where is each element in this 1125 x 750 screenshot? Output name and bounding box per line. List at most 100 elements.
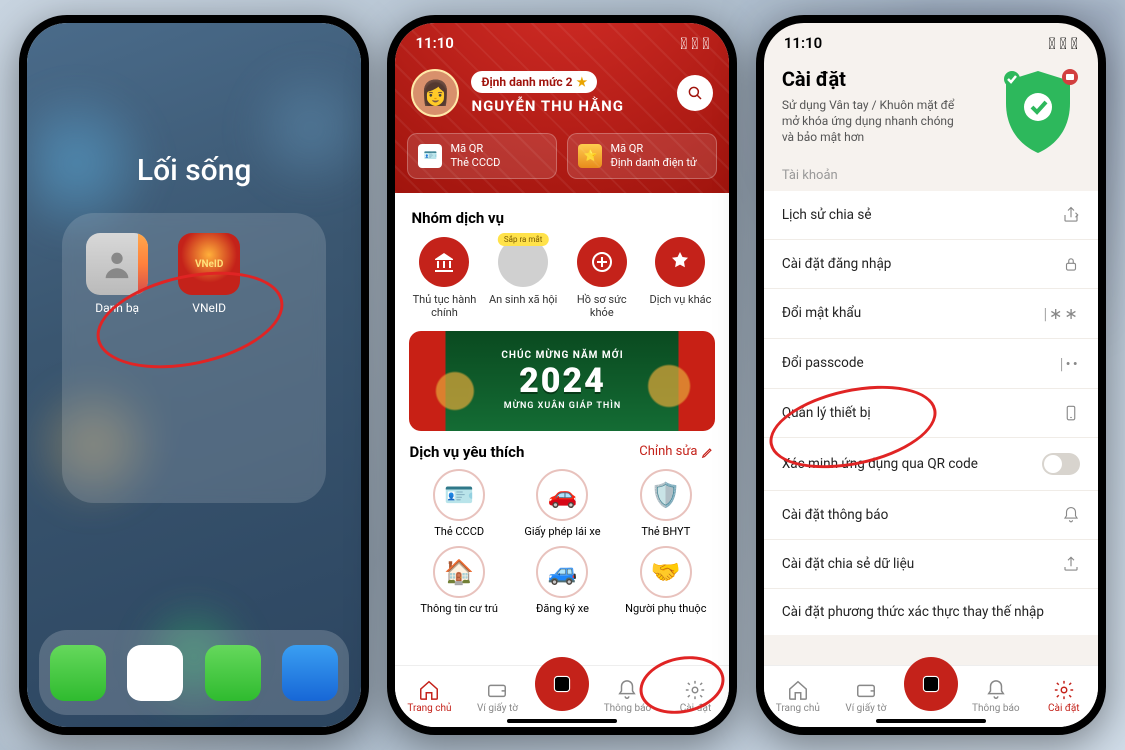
- fav-dependent[interactable]: 🤝Người phụ thuộc: [616, 546, 715, 615]
- share-out-icon: [1062, 206, 1080, 224]
- qr-card-cccd[interactable]: 🪪 Mã QRThẻ CCCD: [407, 133, 557, 179]
- tab-home[interactable]: Trang chủ: [768, 679, 828, 714]
- row-change-password[interactable]: Đổi mật khẩu|∗∗: [764, 289, 1098, 339]
- upload-icon: [1062, 555, 1080, 573]
- tab-notifications[interactable]: Thông báo: [597, 679, 657, 714]
- app-label: VNeID: [192, 301, 226, 315]
- fav-cccd[interactable]: 🪪Thẻ CCCD: [409, 469, 508, 538]
- scan-icon: [549, 671, 575, 697]
- fav-residence[interactable]: 🏠Thông tin cư trú: [409, 546, 508, 615]
- home-indicator: [876, 719, 986, 723]
- star-icon: ★: [576, 75, 587, 89]
- id-card-icon: 🪪: [418, 144, 442, 168]
- toggle-switch[interactable]: [1042, 453, 1080, 475]
- new-year-banner[interactable]: CHÚC MỪNG NĂM MỚI 2024 MỪNG XUÂN GIÁP TH…: [409, 331, 715, 431]
- shield-plus-icon: 🛡️: [640, 469, 692, 521]
- row-qr-verify[interactable]: Xác minh ứng dụng qua QR code: [764, 438, 1098, 491]
- tab-notifications[interactable]: Thông báo: [966, 679, 1026, 714]
- signal-icon: 􀙇: [680, 34, 687, 53]
- house-icon: 🏠: [433, 546, 485, 598]
- status-time: 11:10: [784, 34, 822, 52]
- phone-settings: 11:10 􀙇􀙈􀛨 Cài đặt Sử dụng Vân tay / Khuô…: [756, 15, 1106, 735]
- fav-license[interactable]: 🚗Giấy phép lái xe: [513, 469, 612, 538]
- vneid-icon: VNeID: [178, 233, 240, 295]
- tab-wallet[interactable]: Ví giấy tờ: [467, 679, 527, 714]
- bell-icon: [985, 679, 1007, 701]
- service-admin[interactable]: Thủ tục hành chính: [409, 237, 479, 319]
- pencil-icon: [701, 445, 715, 459]
- row-notification-settings[interactable]: Cài đặt thông báo: [764, 491, 1098, 540]
- status-right: 􀙇􀙈􀛨: [1049, 34, 1078, 53]
- dock-phone-icon[interactable]: [50, 645, 106, 701]
- tab-wallet[interactable]: Ví giấy tờ: [836, 679, 896, 714]
- signal-icon: 􀙇: [1049, 34, 1056, 53]
- app-vneid[interactable]: VNeID VNeID: [174, 233, 244, 483]
- contacts-icon: [86, 233, 148, 295]
- service-social[interactable]: Sắp ra mắt An sinh xã hội: [488, 237, 558, 319]
- battery-icon: 􀛨: [1071, 34, 1078, 53]
- tab-scan[interactable]: [904, 657, 958, 711]
- section-title-favorites: Dịch vụ yêu thích: [409, 443, 524, 461]
- battery-icon: 􀛨: [702, 34, 709, 53]
- wallet-icon: [486, 679, 508, 701]
- folder-title: Lối sống: [27, 153, 361, 188]
- tab-settings[interactable]: Cài đặt: [665, 679, 725, 714]
- content-sheet: Nhóm dịch vụ Thủ tục hành chính Sắp ra m…: [395, 189, 729, 671]
- fav-bhyt[interactable]: 🛡️Thẻ BHYT: [616, 469, 715, 538]
- app-contacts[interactable]: Danh bạ: [82, 233, 152, 483]
- service-health[interactable]: Hồ sơ sức khỏe: [567, 237, 637, 319]
- tab-scan[interactable]: [535, 657, 589, 711]
- app-folder: Danh bạ VNeID VNeID: [62, 213, 326, 503]
- security-shield-icon: [988, 63, 1088, 163]
- tab-bar: Trang chủ Ví giấy tờ Thông báo Cài đặt: [395, 665, 729, 727]
- badge-icon: ⭐: [578, 144, 602, 168]
- search-button[interactable]: [677, 75, 713, 111]
- id-level-badge: Định danh mức 2★: [471, 71, 597, 93]
- wifi-icon: 􀙈: [1060, 34, 1067, 53]
- phone-homescreen: Lối sống Danh bạ VNeID VNeID: [19, 15, 369, 735]
- row-alt-auth[interactable]: Cài đặt phương thức xác thực thay thế nh…: [764, 589, 1098, 635]
- dock-safari-icon[interactable]: [127, 645, 183, 701]
- settings-list: Lịch sử chia sẻ Cài đặt đăng nhập Đổi mậ…: [764, 191, 1098, 635]
- user-name: NGUYỄN THU HẰNG: [471, 97, 665, 115]
- hands-heart-icon: 🤝: [640, 546, 692, 598]
- wifi-icon: 􀙈: [691, 34, 698, 53]
- row-login-settings[interactable]: Cài đặt đăng nhập: [764, 240, 1098, 289]
- edit-favorites-button[interactable]: Chỉnh sửa: [639, 444, 715, 459]
- dock: [39, 630, 349, 715]
- gear-icon: [1053, 679, 1075, 701]
- tab-settings[interactable]: Cài đặt: [1034, 679, 1094, 714]
- star-badge-icon: [655, 237, 705, 287]
- section-label-account: Tài khoản: [764, 160, 1098, 191]
- row-share-history[interactable]: Lịch sử chia sẻ: [764, 191, 1098, 240]
- service-other[interactable]: Dịch vụ khác: [645, 237, 715, 319]
- status-time: 11:10: [415, 34, 453, 52]
- avatar[interactable]: 👩: [411, 69, 459, 117]
- row-change-passcode[interactable]: Đổi passcode|••: [764, 339, 1098, 389]
- fav-vehicle-reg[interactable]: 🚙Đăng ký xe: [513, 546, 612, 615]
- status-bar: 11:10 􀙇􀙈􀛨: [764, 23, 1098, 63]
- phone-app-home: 11:10 􀙇􀙈􀛨 👩 Định danh mức 2★ NGUYỄN THU …: [387, 15, 737, 735]
- app-header: 11:10 􀙇􀙈􀛨 👩 Định danh mức 2★ NGUYỄN THU …: [395, 23, 729, 193]
- coming-soon-badge: Sắp ra mắt: [498, 233, 548, 246]
- home-icon: [418, 679, 440, 701]
- tab-home[interactable]: Trang chủ: [399, 679, 459, 714]
- app-label: Danh bạ: [95, 301, 139, 315]
- dock-messages-icon[interactable]: [205, 645, 261, 701]
- section-title-services: Nhóm dịch vụ: [411, 209, 713, 227]
- page-subtitle: Sử dụng Vân tay / Khuôn mặt để mở khóa ứ…: [764, 91, 984, 160]
- passcode-dots-icon: |••: [1060, 354, 1080, 373]
- row-data-share-settings[interactable]: Cài đặt chia sẻ dữ liệu: [764, 540, 1098, 589]
- bank-icon: [419, 237, 469, 287]
- qr-card-eid[interactable]: ⭐ Mã QRĐịnh danh điện tử: [567, 133, 717, 179]
- id-card-icon: 🪪: [433, 469, 485, 521]
- dock-zalo-icon[interactable]: [282, 645, 338, 701]
- license-icon: 🚗: [536, 469, 588, 521]
- password-dots-icon: |∗∗: [1043, 304, 1079, 323]
- scan-icon: [918, 671, 944, 697]
- health-icon: [577, 237, 627, 287]
- tab-bar: Trang chủ Ví giấy tờ Thông báo Cài đặt: [764, 665, 1098, 727]
- bell-icon: [616, 679, 638, 701]
- wallet-icon: [855, 679, 877, 701]
- row-manage-devices[interactable]: Quản lý thiết bị: [764, 389, 1098, 438]
